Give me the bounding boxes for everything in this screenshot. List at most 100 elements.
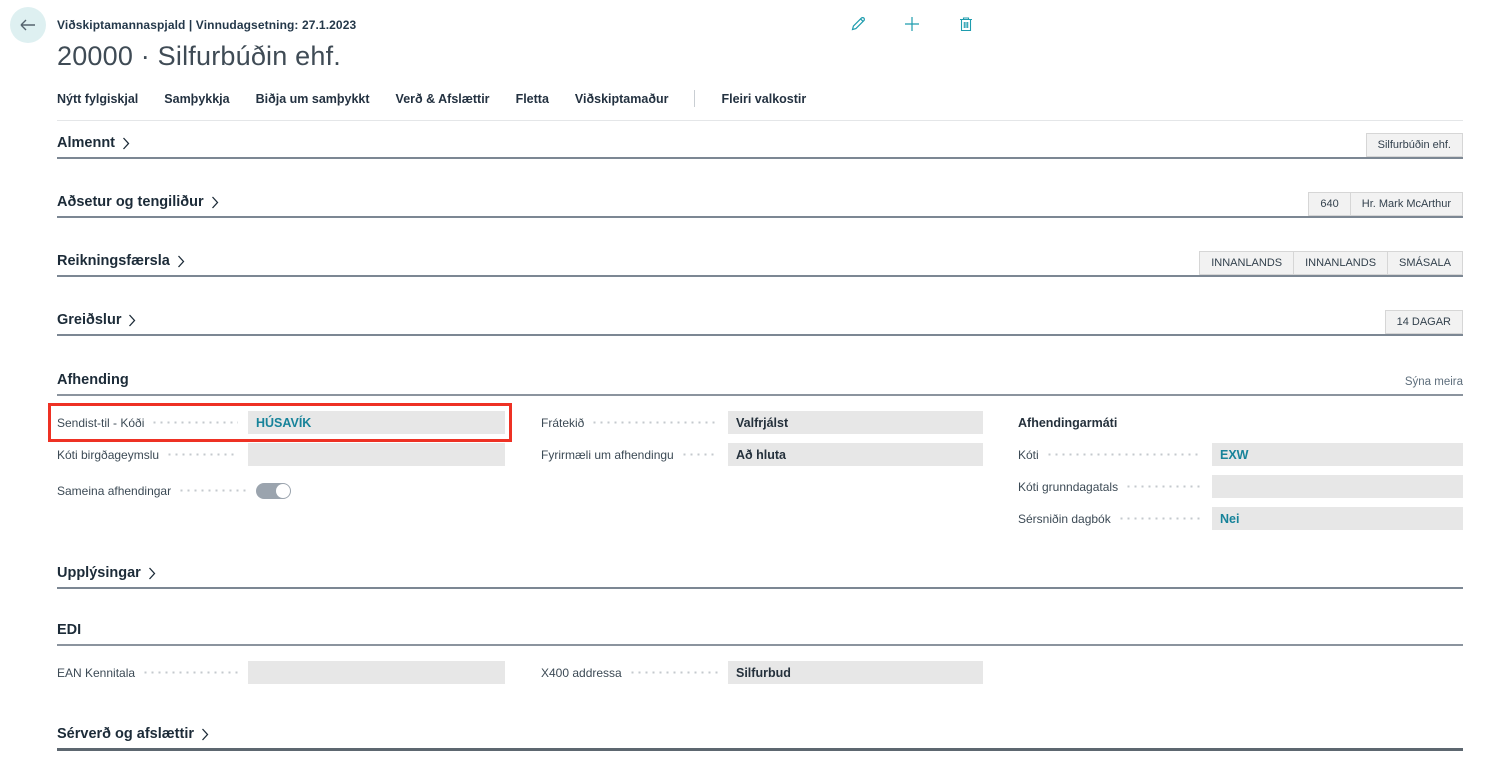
action-fleiri-valkostir[interactable]: Fleiri valkostir xyxy=(721,92,806,106)
section-title: Upplýsingar xyxy=(57,565,141,581)
field-label: EAN Kennitala xyxy=(57,666,135,680)
edi-fields: EAN Kennitala X400 addressa Silfurbud xyxy=(57,661,1463,693)
summary-tile-payment-terms[interactable]: 14 DAGAR xyxy=(1385,310,1463,334)
field-label: Kóti birgðageymslu xyxy=(57,448,159,462)
x400-addressa-input[interactable]: Silfurbud xyxy=(728,661,983,684)
chevron-right-icon xyxy=(148,567,156,580)
action-sampykkja[interactable]: Samþykkja xyxy=(164,92,229,106)
action-fletta[interactable]: Fletta xyxy=(516,92,549,106)
section-edi-header[interactable]: EDI xyxy=(57,622,1463,646)
sersnidin-dagbok-select[interactable]: Nei xyxy=(1212,507,1463,530)
koti-grunndagatals-input[interactable] xyxy=(1212,475,1463,498)
section-title: Sérverð og afslættir xyxy=(57,726,194,742)
field-koti: Kóti EXW xyxy=(1018,443,1463,466)
field-label: Frátekið xyxy=(541,416,584,430)
field-sersnidin-dagbok: Sérsniðin dagbók Nei xyxy=(1018,507,1463,530)
field-sameina-afhendingar: Sameina afhendingar xyxy=(57,479,505,502)
dotted-leader xyxy=(1118,517,1202,520)
sendist-til-kodi-input[interactable]: HÚSAVÍK xyxy=(248,411,505,434)
chevron-right-icon xyxy=(177,255,185,268)
field-label: Sérsniðin dagbók xyxy=(1018,512,1111,526)
field-koti-birgdageymslu: Kóti birgðageymslu xyxy=(57,443,505,466)
chevron-right-icon xyxy=(211,196,219,209)
dotted-leader xyxy=(681,453,718,456)
section-serverd: Sérverð og afslættir xyxy=(57,726,1463,751)
summary-tile-vat-bus-group[interactable]: INNANLANDS xyxy=(1293,251,1388,275)
field-label: Sameina afhendingar xyxy=(57,484,171,498)
dotted-leader xyxy=(591,421,718,424)
section-almennt: Almennt Silfurbúðin ehf. xyxy=(57,133,1463,159)
back-arrow-icon xyxy=(19,18,37,32)
summary-tile-company-name[interactable]: Silfurbúðin ehf. xyxy=(1366,133,1463,157)
section-almennt-header[interactable]: Almennt xyxy=(57,135,130,157)
field-label: Sendist-til - Kóði xyxy=(57,416,144,430)
field-x400-addressa: X400 addressa Silfurbud xyxy=(541,661,983,684)
customer-card-page: Viðskiptamannaspjald | Vinnudagsetning: … xyxy=(0,0,1491,764)
toggle-knob xyxy=(276,484,290,498)
field-fyrirmaeli: Fyrirmæli um afhendingu Að hluta xyxy=(541,443,983,466)
section-greidslur: Greiðslur 14 DAGAR xyxy=(57,310,1463,336)
section-adsetur: Aðsetur og tengiliður 640 Hr. Mark McArt… xyxy=(57,192,1463,218)
section-title: Afhending xyxy=(57,372,129,388)
summary-tile-contact[interactable]: Hr. Mark McArthur xyxy=(1350,192,1463,216)
koti-birgdageymslu-input[interactable] xyxy=(248,443,505,466)
section-reikningsfaersla-header[interactable]: Reikningsfærsla xyxy=(57,253,185,275)
page-title: 20000 · Silfurbúðin ehf. xyxy=(57,41,1463,72)
koti-input[interactable]: EXW xyxy=(1212,443,1463,466)
field-value: HÚSAVÍK xyxy=(256,416,311,430)
summary-tile-postcode[interactable]: 640 xyxy=(1308,192,1350,216)
dotted-leader xyxy=(166,453,238,456)
afhending-fields: Sendist-til - Kóði HÚSAVÍK Kóti birgðage… xyxy=(57,411,1463,539)
show-more-link[interactable]: Sýna meira xyxy=(1405,376,1463,388)
field-label: Kóti grunndagatals xyxy=(1018,480,1118,494)
dotted-leader xyxy=(1125,485,1202,488)
action-bidja-um-sampykkt[interactable]: Biðja um samþykkt xyxy=(256,92,370,106)
ean-kennitala-input[interactable] xyxy=(248,661,505,684)
action-bar: Nýtt fylgiskjal Samþykkja Biðja um samþy… xyxy=(57,90,1463,121)
field-value: Nei xyxy=(1220,512,1239,526)
section-upplysingar-header[interactable]: Upplýsingar xyxy=(57,565,156,587)
group-afhendingarmati: Afhendingarmáti xyxy=(1018,411,1463,434)
fratekid-select[interactable]: Valfrjálst xyxy=(728,411,983,434)
action-vidskiptamadur[interactable]: Viðskiptamaður xyxy=(575,92,669,106)
chevron-right-icon xyxy=(128,314,136,327)
dotted-leader xyxy=(629,671,718,674)
section-title: Aðsetur og tengiliður xyxy=(57,194,204,210)
action-nytt-fylgiskjal[interactable]: Nýtt fylgiskjal xyxy=(57,92,138,106)
section-title: EDI xyxy=(57,622,81,638)
chevron-right-icon xyxy=(122,137,130,150)
field-label: X400 addressa xyxy=(541,666,622,680)
summary-tile-gen-bus-group[interactable]: INNANLANDS xyxy=(1199,251,1294,275)
field-ean-kennitala: EAN Kennitala xyxy=(57,661,505,684)
chevron-right-icon xyxy=(201,728,209,741)
section-upplysingar: Upplýsingar xyxy=(57,565,1463,589)
section-title: Greiðslur xyxy=(57,312,121,328)
section-afhending-header[interactable]: Afhending Sýna meira xyxy=(57,372,1463,396)
dotted-leader xyxy=(1046,453,1202,456)
section-title: Almennt xyxy=(57,135,115,151)
fyrirmaeli-select[interactable]: Að hluta xyxy=(728,443,983,466)
breadcrumb[interactable]: Viðskiptamannaspjald | Vinnudagsetning: … xyxy=(57,0,1463,32)
section-title: Reikningsfærsla xyxy=(57,253,170,269)
field-fratekid: Frátekið Valfrjálst xyxy=(541,411,983,434)
action-verd-afslaettir[interactable]: Verð & Afslættir xyxy=(396,92,490,106)
field-label: Kóti xyxy=(1018,448,1039,462)
section-reikningsfaersla: Reikningsfærsla INNANLANDS INNANLANDS SM… xyxy=(57,251,1463,277)
section-serverd-header[interactable]: Sérverð og afslættir xyxy=(57,726,209,748)
dotted-leader xyxy=(142,671,238,674)
dotted-leader xyxy=(151,421,238,424)
sameina-afhendingar-toggle[interactable] xyxy=(256,483,291,499)
section-adsetur-header[interactable]: Aðsetur og tengiliður xyxy=(57,194,219,216)
section-greidslur-header[interactable]: Greiðslur xyxy=(57,312,136,334)
field-value: Silfurbud xyxy=(736,666,791,680)
summary-tile-customer-group[interactable]: SMÁSALA xyxy=(1387,251,1463,275)
field-value: EXW xyxy=(1220,448,1248,462)
field-koti-grunndagatals: Kóti grunndagatals xyxy=(1018,475,1463,498)
field-value: Valfrjálst xyxy=(736,416,788,430)
back-button[interactable] xyxy=(10,7,46,43)
field-label: Fyrirmæli um afhendingu xyxy=(541,448,674,462)
dotted-leader xyxy=(178,489,246,492)
field-sendist-til-kodi: Sendist-til - Kóði HÚSAVÍK xyxy=(57,411,505,434)
field-value: Að hluta xyxy=(736,448,786,462)
action-bar-divider xyxy=(694,90,695,107)
